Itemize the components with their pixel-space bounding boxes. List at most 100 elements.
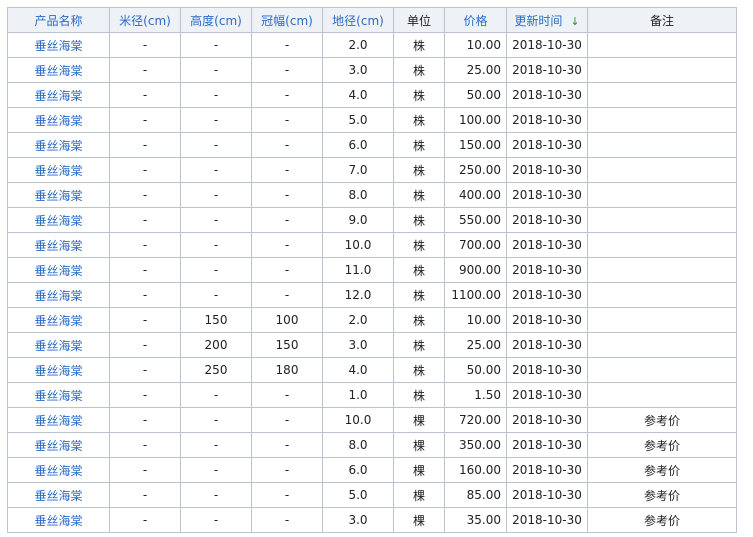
- col-header-rice-diameter[interactable]: 米径(cm): [109, 7, 181, 33]
- cell-ground-diameter: 5.0: [322, 107, 394, 133]
- cell-updated: 2018-10-30: [506, 282, 588, 308]
- cell-price: 25.00: [444, 332, 507, 358]
- cell-ground-diameter: 9.0: [322, 207, 394, 233]
- cell-note: 参考价: [587, 482, 737, 508]
- product-name-link[interactable]: 垂丝海棠: [7, 182, 110, 208]
- cell-unit: 株: [393, 307, 445, 333]
- product-name-link[interactable]: 垂丝海棠: [7, 357, 110, 383]
- cell-crown: -: [251, 107, 323, 133]
- product-name-link[interactable]: 垂丝海棠: [7, 32, 110, 58]
- price-table: 产品名称 米径(cm) 高度(cm) 冠幅(cm) 地径(cm) 单位 价格 更…: [7, 7, 737, 533]
- cell-updated: 2018-10-30: [506, 207, 588, 233]
- cell-crown: -: [251, 57, 323, 83]
- cell-crown: 180: [251, 357, 323, 383]
- cell-rice-diameter: -: [109, 357, 181, 383]
- cell-crown: -: [251, 207, 323, 233]
- cell-rice-diameter: -: [109, 257, 181, 283]
- cell-note: [587, 182, 737, 208]
- cell-unit: 株: [393, 107, 445, 133]
- product-name-link[interactable]: 垂丝海棠: [7, 157, 110, 183]
- cell-note: [587, 107, 737, 133]
- cell-crown: -: [251, 257, 323, 283]
- cell-height: -: [180, 182, 252, 208]
- cell-updated: 2018-10-30: [506, 257, 588, 283]
- col-header-ground-diameter[interactable]: 地径(cm): [322, 7, 394, 33]
- cell-rice-diameter: -: [109, 457, 181, 483]
- cell-unit: 株: [393, 382, 445, 408]
- cell-rice-diameter: -: [109, 307, 181, 333]
- cell-note: [587, 257, 737, 283]
- table-row: 垂丝海棠 - - -9.0 株 550.00 2018-10-30: [7, 207, 737, 233]
- cell-rice-diameter: -: [109, 107, 181, 133]
- cell-price: 400.00: [444, 182, 507, 208]
- col-header-price[interactable]: 价格: [444, 7, 507, 33]
- cell-height: -: [180, 432, 252, 458]
- cell-price: 1100.00: [444, 282, 507, 308]
- product-name-link[interactable]: 垂丝海棠: [7, 57, 110, 83]
- price-table-container: 产品名称 米径(cm) 高度(cm) 冠幅(cm) 地径(cm) 单位 价格 更…: [7, 7, 737, 533]
- cell-price: 900.00: [444, 257, 507, 283]
- col-header-unit: 单位: [393, 7, 445, 33]
- cell-price: 100.00: [444, 107, 507, 133]
- col-header-name[interactable]: 产品名称: [7, 7, 110, 33]
- cell-price: 50.00: [444, 82, 507, 108]
- product-name-link[interactable]: 垂丝海棠: [7, 207, 110, 233]
- cell-height: -: [180, 57, 252, 83]
- product-name-link[interactable]: 垂丝海棠: [7, 382, 110, 408]
- product-name-link[interactable]: 垂丝海棠: [7, 432, 110, 458]
- cell-crown: -: [251, 282, 323, 308]
- cell-crown: -: [251, 32, 323, 58]
- table-row: 垂丝海棠 -150 100 2.0 株 10.00 2018-10-30: [7, 307, 737, 333]
- cell-rice-diameter: -: [109, 507, 181, 533]
- col-header-updated[interactable]: 更新时间 ↓: [506, 7, 588, 33]
- cell-ground-diameter: 3.0: [322, 332, 394, 358]
- cell-updated: 2018-10-30: [506, 132, 588, 158]
- cell-unit: 棵: [393, 407, 445, 433]
- product-name-link[interactable]: 垂丝海棠: [7, 332, 110, 358]
- cell-note: [587, 382, 737, 408]
- cell-unit: 株: [393, 32, 445, 58]
- cell-note: [587, 32, 737, 58]
- cell-note: [587, 307, 737, 333]
- product-name-link[interactable]: 垂丝海棠: [7, 457, 110, 483]
- cell-updated: 2018-10-30: [506, 57, 588, 83]
- cell-note: [587, 82, 737, 108]
- col-header-crown[interactable]: 冠幅(cm): [251, 7, 323, 33]
- table-row: 垂丝海棠 - - -4.0 株 50.00 2018-10-30: [7, 82, 737, 108]
- product-name-link[interactable]: 垂丝海棠: [7, 307, 110, 333]
- cell-unit: 棵: [393, 482, 445, 508]
- product-name-link[interactable]: 垂丝海棠: [7, 82, 110, 108]
- product-name-link[interactable]: 垂丝海棠: [7, 282, 110, 308]
- product-name-link[interactable]: 垂丝海棠: [7, 232, 110, 258]
- cell-price: 85.00: [444, 482, 507, 508]
- cell-ground-diameter: 12.0: [322, 282, 394, 308]
- table-row: 垂丝海棠 - - -5.0 棵 85.00 2018-10-30 参考价: [7, 482, 737, 508]
- cell-ground-diameter: 6.0: [322, 132, 394, 158]
- product-name-link[interactable]: 垂丝海棠: [7, 507, 110, 533]
- col-header-note: 备注: [587, 7, 737, 33]
- product-name-link[interactable]: 垂丝海棠: [7, 107, 110, 133]
- product-name-link[interactable]: 垂丝海棠: [7, 482, 110, 508]
- cell-height: -: [180, 232, 252, 258]
- cell-height: -: [180, 82, 252, 108]
- table-row: 垂丝海棠 -250 180 4.0 株 50.00 2018-10-30: [7, 357, 737, 383]
- cell-note: [587, 132, 737, 158]
- cell-crown: -: [251, 157, 323, 183]
- table-row: 垂丝海棠 - - -6.0 株 150.00 2018-10-30: [7, 132, 737, 158]
- cell-height: -: [180, 507, 252, 533]
- product-name-link[interactable]: 垂丝海棠: [7, 257, 110, 283]
- cell-height: -: [180, 282, 252, 308]
- col-header-height[interactable]: 高度(cm): [180, 7, 252, 33]
- cell-crown: 100: [251, 307, 323, 333]
- cell-ground-diameter: 8.0: [322, 432, 394, 458]
- product-name-link[interactable]: 垂丝海棠: [7, 132, 110, 158]
- sort-down-arrow-icon[interactable]: ↓: [570, 15, 579, 28]
- cell-height: -: [180, 482, 252, 508]
- cell-ground-diameter: 3.0: [322, 507, 394, 533]
- product-name-link[interactable]: 垂丝海棠: [7, 407, 110, 433]
- cell-rice-diameter: -: [109, 207, 181, 233]
- cell-rice-diameter: -: [109, 407, 181, 433]
- cell-height: -: [180, 157, 252, 183]
- cell-rice-diameter: -: [109, 432, 181, 458]
- table-row: 垂丝海棠 - - -8.0 棵 350.00 2018-10-30 参考价: [7, 432, 737, 458]
